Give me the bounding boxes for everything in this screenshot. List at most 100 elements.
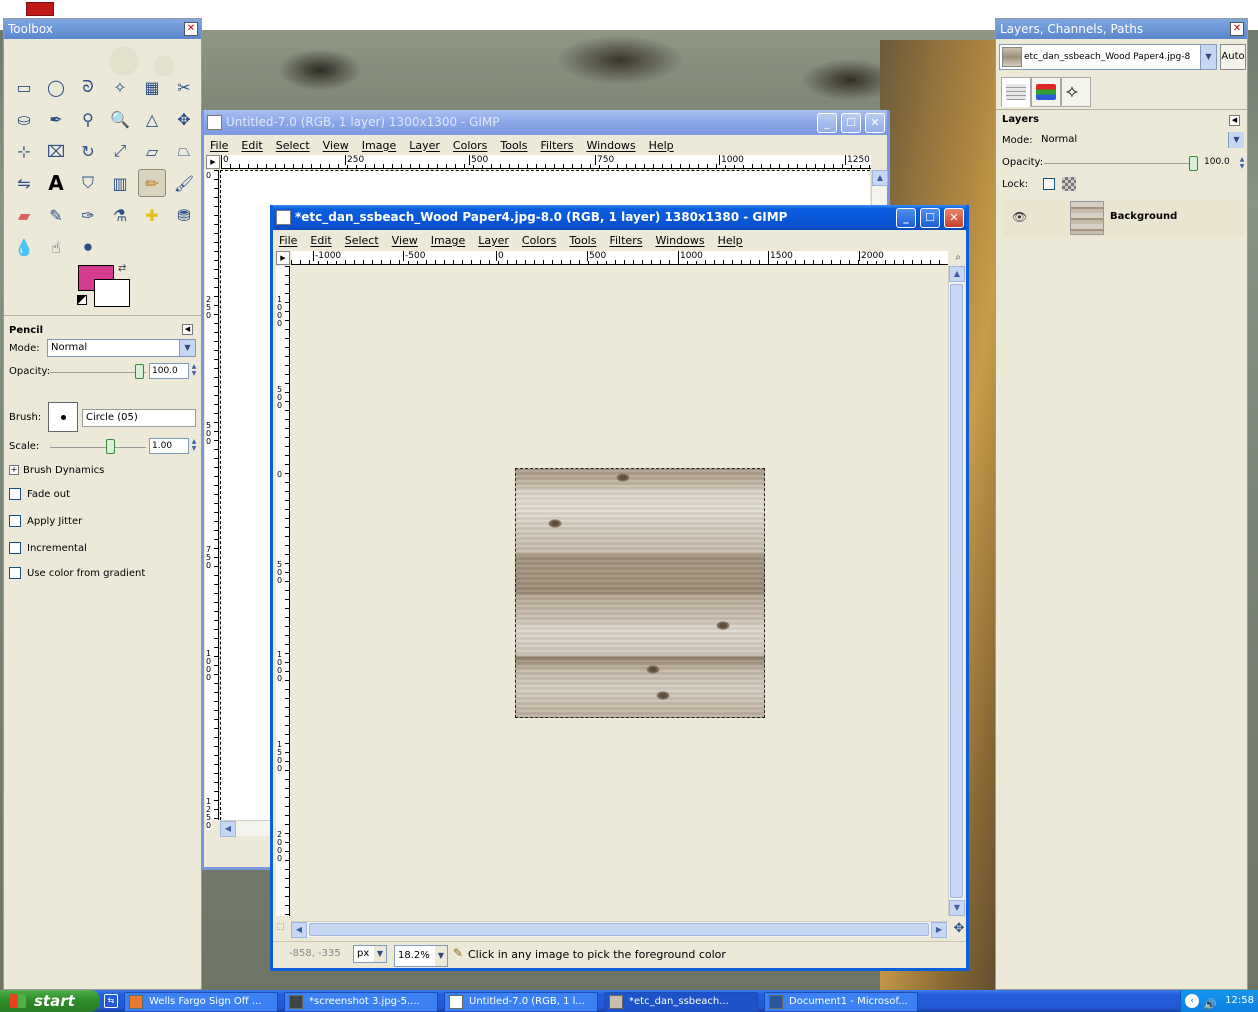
panel-menu-icon[interactable]: ◀ bbox=[1229, 115, 1240, 126]
move-icon[interactable]: ✥ bbox=[170, 105, 198, 133]
opacity-slider-track[interactable] bbox=[50, 372, 146, 373]
menu-help[interactable]: Help bbox=[649, 139, 674, 152]
taskbar-item-wells-fargo[interactable]: Wells Fargo Sign Off ... bbox=[124, 992, 278, 1012]
apply-jitter-checkbox[interactable]: Apply Jitter bbox=[9, 511, 82, 531]
blend-icon[interactable]: ▥ bbox=[106, 169, 134, 197]
minimize-button[interactable]: _ bbox=[817, 113, 837, 133]
vertical-ruler[interactable]: 1000 500 0 500 1000 1500 2000 bbox=[276, 266, 290, 916]
scale-icon[interactable]: ⤢ bbox=[106, 137, 134, 165]
menu-layer[interactable]: Layer bbox=[478, 234, 509, 247]
scale-slider-track[interactable] bbox=[50, 447, 146, 448]
bucket-fill-icon[interactable]: ⛉ bbox=[74, 169, 102, 197]
smudge-icon[interactable]: ☝ bbox=[42, 233, 70, 261]
maximize-button[interactable]: ☐ bbox=[841, 113, 861, 133]
menu-filters[interactable]: Filters bbox=[540, 139, 573, 152]
fade-out-checkbox[interactable]: Fade out bbox=[9, 484, 70, 504]
paintbrush-icon[interactable]: 🖌 bbox=[170, 169, 198, 197]
zoom-icon[interactable]: 🔍 bbox=[106, 105, 134, 133]
tab-paths[interactable]: ⟡ bbox=[1061, 77, 1091, 107]
swap-colors-icon[interactable]: ⇄ bbox=[118, 263, 126, 274]
blur-icon[interactable]: 💧 bbox=[10, 233, 38, 261]
menu-colors[interactable]: Colors bbox=[453, 139, 487, 152]
brush-preview-button[interactable] bbox=[48, 402, 78, 432]
opacity-spin-input[interactable]: 100.0 bbox=[149, 363, 189, 379]
menu-image[interactable]: Image bbox=[362, 139, 396, 152]
mode-select[interactable]: Normal ▼ bbox=[47, 339, 196, 357]
menu-tools[interactable]: Tools bbox=[500, 139, 527, 152]
background-color-swatch[interactable] bbox=[94, 279, 130, 307]
scroll-up-icon[interactable]: ▲ bbox=[872, 170, 888, 186]
color-from-gradient-checkbox[interactable]: Use color from gradient bbox=[9, 563, 145, 583]
tab-layers[interactable] bbox=[1001, 77, 1031, 107]
quick-launch-icon[interactable]: ⇆ bbox=[104, 994, 118, 1008]
dock-title-bar[interactable]: Layers, Channels, Paths ✕ bbox=[996, 19, 1247, 39]
ink-icon[interactable]: ✑ bbox=[74, 201, 102, 229]
scroll-up-icon[interactable]: ▲ bbox=[949, 266, 965, 282]
crop-icon[interactable]: ⌧ bbox=[42, 137, 70, 165]
menu-filters[interactable]: Filters bbox=[609, 234, 642, 247]
scroll-left-icon[interactable]: ◀ bbox=[291, 922, 307, 938]
menu-colors[interactable]: Colors bbox=[522, 234, 556, 247]
paths-icon[interactable]: ✒ bbox=[42, 105, 70, 133]
auto-button[interactable]: Auto bbox=[1220, 44, 1246, 70]
horizontal-scrollbar[interactable]: ◀ ▶ bbox=[291, 921, 948, 938]
menu-select[interactable]: Select bbox=[345, 234, 379, 247]
layer-opacity-slider-handle[interactable] bbox=[1189, 156, 1198, 171]
desktop-app-icon[interactable] bbox=[26, 2, 54, 16]
clock[interactable]: 12:58 bbox=[1225, 995, 1254, 1006]
tab-channels[interactable] bbox=[1031, 77, 1061, 107]
eraser-icon[interactable]: ▰ bbox=[10, 201, 38, 229]
quick-mask-toggle-icon[interactable]: ⬚ bbox=[276, 922, 290, 936]
start-button[interactable]: start bbox=[0, 990, 100, 1012]
image-select[interactable]: etc_dan_ssbeach_Wood Paper4.jpg-8 ▼ bbox=[999, 44, 1217, 70]
eye-icon[interactable]: 👁 bbox=[1012, 210, 1027, 224]
scroll-down-icon[interactable]: ▼ bbox=[949, 900, 965, 916]
zoom-navigate-icon[interactable]: ⌕ bbox=[951, 251, 965, 265]
color-picker-icon[interactable]: ⚲ bbox=[74, 105, 102, 133]
fuzzy-select-icon[interactable]: ✧ bbox=[106, 73, 134, 101]
incremental-checkbox[interactable]: Incremental bbox=[9, 538, 87, 558]
rect-select-icon[interactable]: ▭ bbox=[10, 73, 38, 101]
pencil-icon[interactable]: ✏ bbox=[138, 169, 166, 197]
horizontal-scroll-thumb[interactable] bbox=[309, 923, 929, 936]
align-icon[interactable]: ⊹ bbox=[10, 137, 38, 165]
window-title-bar[interactable]: Untitled-7.0 (RGB, 1 layer) 1300x1300 - … bbox=[204, 110, 887, 135]
airbrush-icon[interactable]: ✎ bbox=[42, 201, 70, 229]
quick-mask-menu-icon[interactable]: ▶ bbox=[276, 251, 290, 265]
image-canvas[interactable] bbox=[291, 266, 948, 916]
opacity-slider-handle[interactable] bbox=[135, 364, 144, 379]
free-select-icon[interactable]: ᘐ bbox=[74, 73, 102, 101]
foreground-select-icon[interactable]: ⛀ bbox=[10, 105, 38, 133]
layer-opacity-slider-track[interactable] bbox=[1044, 163, 1194, 164]
taskbar-item-word-document[interactable]: Document1 - Microsof... bbox=[764, 992, 918, 1012]
clone-icon[interactable]: ⚗ bbox=[106, 201, 134, 229]
menu-tools[interactable]: Tools bbox=[569, 234, 596, 247]
brush-dynamics-expander[interactable]: + Brush Dynamics bbox=[9, 460, 104, 480]
horizontal-ruler[interactable]: -1000 -500 0 500 1000 1500 2000 bbox=[291, 251, 948, 265]
speaker-icon[interactable]: 🔊 bbox=[1203, 994, 1217, 1012]
measure-icon[interactable]: △ bbox=[138, 105, 166, 133]
flip-icon[interactable]: ⇋ bbox=[10, 169, 38, 197]
layer-mode-select[interactable]: Normal ▼ bbox=[1038, 132, 1244, 150]
menu-view[interactable]: View bbox=[323, 139, 349, 152]
toolbox-title-bar[interactable]: Toolbox ✕ bbox=[4, 19, 201, 39]
horizontal-ruler[interactable]: 0 250 500 750 1000 1250 bbox=[221, 155, 871, 169]
layer-row-background[interactable]: 👁 Background bbox=[1004, 199, 1244, 237]
minimize-button[interactable]: _ bbox=[896, 208, 916, 228]
menu-windows[interactable]: Windows bbox=[655, 234, 704, 247]
menu-file[interactable]: File bbox=[210, 139, 228, 152]
close-button[interactable]: ✕ bbox=[944, 208, 964, 228]
menu-select[interactable]: Select bbox=[276, 139, 310, 152]
perspective-clone-icon[interactable]: ⛃ bbox=[170, 201, 198, 229]
quick-mask-menu-icon[interactable]: ▶ bbox=[206, 155, 220, 169]
vertical-scrollbar[interactable]: ▲ ▼ bbox=[948, 266, 965, 916]
perspective-icon[interactable]: ⏢ bbox=[170, 137, 198, 165]
menu-edit[interactable]: Edit bbox=[241, 139, 262, 152]
brush-name-field[interactable]: Circle (05) bbox=[82, 409, 196, 427]
taskbar-item-untitled[interactable]: Untitled-7.0 (RGB, 1 l... bbox=[444, 992, 598, 1012]
navigate-move-icon[interactable]: ✥ bbox=[951, 921, 967, 937]
select-by-color-icon[interactable]: ▦ bbox=[138, 73, 166, 101]
maximize-button[interactable]: ☐ bbox=[920, 208, 940, 228]
menu-file[interactable]: File bbox=[279, 234, 297, 247]
vertical-ruler[interactable]: 0 250 500 750 1000 1250 bbox=[205, 170, 219, 830]
